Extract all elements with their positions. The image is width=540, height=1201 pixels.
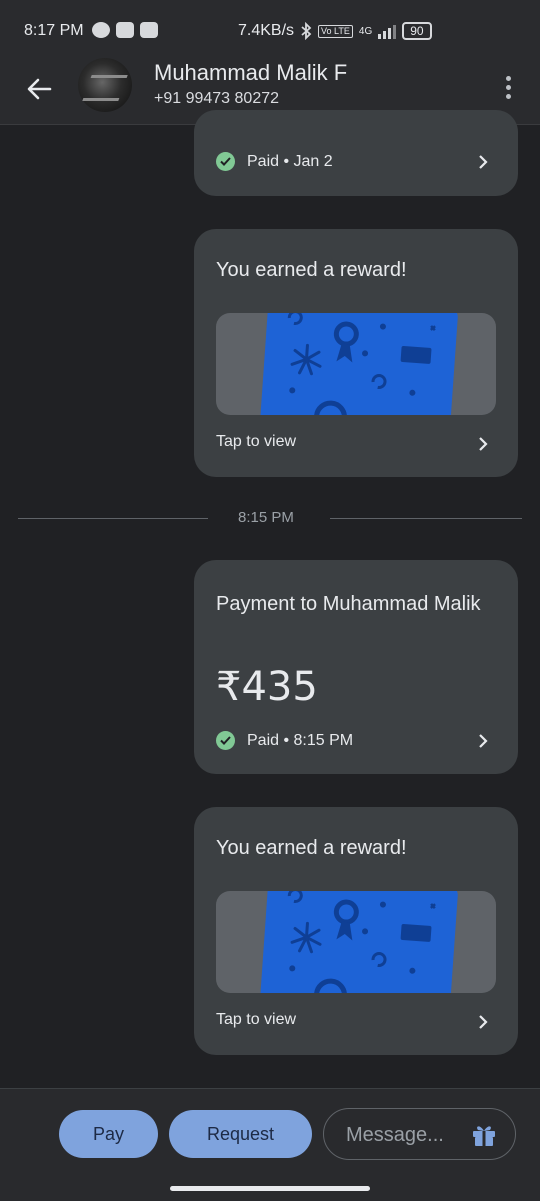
status-time: 8:17 PM bbox=[24, 22, 84, 39]
tap-to-view-link[interactable]: Tap to view bbox=[216, 433, 296, 451]
more-dot-icon bbox=[505, 75, 511, 81]
payment-card[interactable]: Payment to Muhammad Malik ₹435 Paid • 8:… bbox=[194, 560, 518, 774]
divider-line bbox=[330, 518, 522, 519]
bluetooth-icon bbox=[301, 22, 312, 40]
more-options-button[interactable] bbox=[498, 72, 518, 102]
reward-card[interactable]: You earned a reward! Tap to view bbox=[194, 229, 518, 477]
notification-icons bbox=[92, 22, 158, 38]
payment-status-text: Paid • Jan 2 bbox=[247, 152, 333, 170]
chat-bubble-icon bbox=[92, 22, 110, 38]
divider-timestamp: 8:15 PM bbox=[238, 509, 294, 526]
youtube-icon bbox=[140, 22, 158, 38]
reward-title: You earned a reward! bbox=[216, 259, 407, 281]
chevron-right-icon bbox=[474, 732, 492, 750]
sms-icon bbox=[116, 22, 134, 38]
network-type: 4G bbox=[358, 25, 373, 37]
scratch-card-image bbox=[259, 891, 459, 993]
status-indicators: 7.4KB/s Vo LTE 4G 90 bbox=[238, 22, 432, 40]
more-dot-icon bbox=[505, 93, 511, 99]
payment-status: Paid • 8:15 PM bbox=[216, 731, 353, 750]
reward-illustration bbox=[216, 891, 496, 993]
contact-name[interactable]: Muhammad Malik F bbox=[154, 60, 347, 86]
arrow-left-icon bbox=[27, 78, 52, 100]
time-divider: 8:15 PM bbox=[18, 504, 522, 532]
request-button[interactable]: Request bbox=[169, 1110, 312, 1158]
check-circle-icon bbox=[216, 152, 235, 171]
back-button[interactable] bbox=[22, 72, 56, 106]
home-indicator bbox=[170, 1186, 370, 1191]
payment-status: Paid • Jan 2 bbox=[216, 152, 333, 171]
bottom-action-bar: Pay Request bbox=[0, 1088, 540, 1201]
more-dot-icon bbox=[505, 84, 511, 90]
gift-icon[interactable] bbox=[471, 1123, 497, 1147]
contact-phone: +91 99473 80272 bbox=[154, 90, 280, 107]
battery-icon: 90 bbox=[402, 22, 432, 40]
payment-status-text: Paid • 8:15 PM bbox=[247, 731, 354, 749]
payment-title: Payment to Muhammad Malik bbox=[216, 593, 481, 615]
signal-icon bbox=[378, 23, 397, 39]
tap-to-view-link[interactable]: Tap to view bbox=[216, 1011, 296, 1029]
message-input[interactable] bbox=[344, 1109, 458, 1161]
reward-illustration bbox=[216, 313, 496, 415]
scratch-card-image bbox=[259, 313, 459, 415]
pay-button[interactable]: Pay bbox=[59, 1110, 158, 1158]
volte-badge: Vo LTE bbox=[318, 24, 353, 38]
chevron-right-icon bbox=[474, 435, 492, 453]
chevron-right-icon bbox=[474, 1013, 492, 1031]
reward-title: You earned a reward! bbox=[216, 837, 407, 859]
contact-avatar[interactable] bbox=[78, 58, 132, 112]
status-bar: 8:17 PM 7.4KB/s Vo LTE 4G 90 bbox=[0, 0, 540, 62]
previous-payment-card[interactable]: Paid • Jan 2 bbox=[194, 110, 518, 196]
check-circle-icon bbox=[216, 731, 235, 750]
chevron-right-icon bbox=[474, 153, 492, 171]
message-box bbox=[323, 1108, 516, 1161]
reward-card[interactable]: You earned a reward! Tap to view bbox=[194, 807, 518, 1055]
network-speed: 7.4KB/s bbox=[238, 22, 295, 39]
payment-amount: ₹435 bbox=[216, 664, 318, 710]
divider-line bbox=[18, 518, 208, 519]
